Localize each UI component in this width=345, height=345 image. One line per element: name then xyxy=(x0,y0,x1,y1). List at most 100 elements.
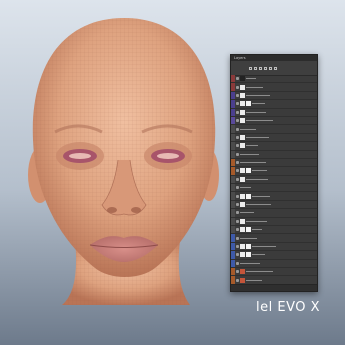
layer-name-placeholder xyxy=(246,271,273,273)
layer-row[interactable] xyxy=(231,150,317,159)
layer-row[interactable] xyxy=(231,242,317,252)
layer-row[interactable] xyxy=(231,142,317,151)
layer-row[interactable] xyxy=(231,251,317,260)
visibility-eye-icon[interactable] xyxy=(236,127,239,131)
layer-color-tag xyxy=(231,158,235,167)
layer-thumbnail xyxy=(240,118,245,124)
layer-thumbnail xyxy=(240,277,245,283)
caption-text: lel EVO X xyxy=(256,300,321,315)
layer-color-tag xyxy=(231,267,235,276)
layer-thumbnail xyxy=(240,244,245,249)
visibility-eye-icon[interactable] xyxy=(236,85,239,89)
layer-name-placeholder xyxy=(240,262,260,264)
visibility-eye-icon[interactable] xyxy=(236,186,239,190)
visibility-eye-icon[interactable] xyxy=(236,203,239,207)
visibility-eye-icon[interactable] xyxy=(236,253,239,257)
layer-color-tag xyxy=(231,167,235,175)
layer-name-placeholder xyxy=(240,212,254,214)
layer-row[interactable] xyxy=(231,209,317,218)
layer-row[interactable] xyxy=(231,217,317,227)
visibility-eye-icon[interactable] xyxy=(236,144,239,148)
layer-thumbnail xyxy=(240,218,245,224)
layer-color-tag xyxy=(231,150,235,158)
layer-mask-thumbnail xyxy=(246,168,251,174)
layer-color-tag xyxy=(231,234,235,242)
filter-type-icon[interactable] xyxy=(259,66,262,70)
layer-name-placeholder xyxy=(252,170,267,172)
layer-name-placeholder xyxy=(240,162,266,164)
layer-name-placeholder xyxy=(246,120,273,122)
layer-thumbnail xyxy=(240,227,245,233)
layer-name-placeholder xyxy=(246,86,263,88)
layer-row[interactable] xyxy=(231,184,317,193)
layer-color-tag xyxy=(231,259,235,267)
layer-color-tag xyxy=(231,83,235,91)
layer-row[interactable] xyxy=(231,91,317,101)
layer-row[interactable] xyxy=(231,158,317,168)
visibility-eye-icon[interactable] xyxy=(236,245,239,248)
layer-name-placeholder xyxy=(240,187,251,189)
visibility-eye-icon[interactable] xyxy=(236,77,239,81)
visibility-eye-icon[interactable] xyxy=(236,236,239,240)
layer-row[interactable] xyxy=(231,125,317,134)
layer-row[interactable] xyxy=(231,192,317,201)
visibility-eye-icon[interactable] xyxy=(236,270,239,274)
layer-color-tag xyxy=(231,91,235,100)
filter-smart-icon[interactable] xyxy=(269,66,272,70)
visibility-eye-icon[interactable] xyxy=(236,110,239,114)
visibility-eye-icon[interactable] xyxy=(236,169,239,173)
visibility-eye-icon[interactable] xyxy=(236,152,239,156)
layer-color-tag xyxy=(231,192,235,200)
layer-mask-thumbnail xyxy=(246,193,251,199)
layer-row[interactable] xyxy=(231,100,317,109)
visibility-eye-icon[interactable] xyxy=(236,102,239,106)
layer-thumbnail xyxy=(240,252,245,258)
layer-name-placeholder xyxy=(252,246,276,247)
layer-mask-thumbnail xyxy=(246,227,251,233)
layer-name-placeholder xyxy=(246,220,267,222)
visibility-eye-icon[interactable] xyxy=(236,219,239,223)
visibility-eye-icon[interactable] xyxy=(236,278,239,282)
layer-color-tag xyxy=(231,108,235,116)
visibility-eye-icon[interactable] xyxy=(236,161,239,165)
layer-row[interactable] xyxy=(231,259,317,268)
visibility-eye-icon[interactable] xyxy=(236,135,239,139)
layer-row[interactable] xyxy=(231,234,317,243)
lock-icon[interactable] xyxy=(274,66,277,70)
layer-name-placeholder xyxy=(246,94,270,96)
layer-thumbnail xyxy=(240,143,245,149)
filter-shape-icon[interactable] xyxy=(264,66,267,70)
layer-row[interactable] xyxy=(231,75,317,84)
filter-pixel-icon[interactable] xyxy=(249,66,252,70)
layer-row[interactable] xyxy=(231,133,317,143)
layer-row[interactable] xyxy=(231,167,317,176)
layer-color-tag xyxy=(231,125,235,133)
visibility-eye-icon[interactable] xyxy=(236,119,239,123)
layer-name-placeholder xyxy=(246,145,258,147)
layer-row[interactable] xyxy=(231,116,317,126)
layer-name-placeholder xyxy=(246,178,268,180)
layer-thumbnail xyxy=(240,176,245,182)
visibility-eye-icon[interactable] xyxy=(236,228,239,232)
layer-row[interactable] xyxy=(231,267,317,277)
visibility-eye-icon[interactable] xyxy=(236,177,239,181)
layer-row[interactable] xyxy=(231,108,317,117)
layer-row[interactable] xyxy=(231,226,317,235)
layer-mask-thumbnail xyxy=(246,244,251,249)
filter-adjustment-icon[interactable] xyxy=(254,66,257,70)
layer-thumbnail xyxy=(240,202,245,208)
visibility-eye-icon[interactable] xyxy=(236,93,239,97)
layer-row[interactable] xyxy=(231,200,317,210)
layer-color-tag xyxy=(231,100,235,108)
layer-name-placeholder xyxy=(240,237,257,239)
visibility-eye-icon[interactable] xyxy=(236,194,239,198)
layer-row[interactable] xyxy=(231,175,317,185)
layer-color-tag xyxy=(231,75,235,83)
layer-name-placeholder xyxy=(252,195,270,197)
layer-row[interactable] xyxy=(231,83,317,92)
layer-color-tag xyxy=(231,116,235,125)
visibility-eye-icon[interactable] xyxy=(236,261,239,265)
layer-thumbnail xyxy=(240,109,245,115)
layer-thumbnail xyxy=(240,269,245,275)
visibility-eye-icon[interactable] xyxy=(236,211,239,215)
